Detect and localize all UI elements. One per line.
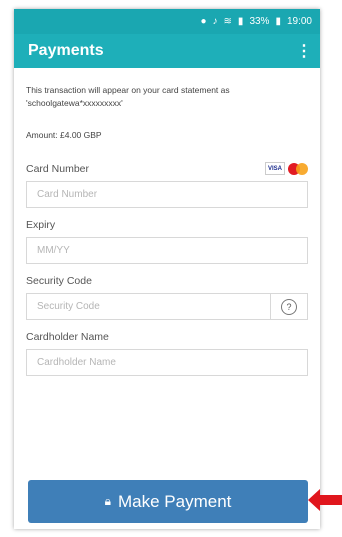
make-payment-button[interactable]: 🔒︎ Make Payment <box>28 480 308 523</box>
wifi-icon: ≋ <box>223 16 232 27</box>
card-logos: VISA <box>265 162 308 175</box>
expiry-input[interactable]: MM/YY <box>26 237 308 264</box>
amount-text: Amount: £4.00 GBP <box>26 130 102 140</box>
status-bar: ● ♪ ≋ ▮ 33% ▮ 19:00 <box>14 9 320 34</box>
clock: 19:00 <box>286 16 312 27</box>
battery-icon: ▮ <box>275 16 281 27</box>
page-title: Payments <box>28 42 104 59</box>
cardholder-name-label: Cardholder Name <box>26 331 109 343</box>
mastercard-logo-icon <box>288 162 308 175</box>
card-number-input[interactable]: Card Number <box>26 181 308 208</box>
cardholder-name-input[interactable]: Cardholder Name <box>26 349 308 376</box>
make-payment-label: Make Payment <box>118 491 232 511</box>
security-code-placeholder: Security Code <box>37 301 100 312</box>
card-number-label: Card Number <box>26 162 90 175</box>
card-number-label-row: Card Number VISA <box>26 162 308 175</box>
red-arrow-icon <box>308 489 342 511</box>
help-icon: ? <box>281 298 297 315</box>
expiry-label: Expiry <box>26 219 56 231</box>
security-code-label: Security Code <box>26 275 92 287</box>
lock-icon: 🔒︎ <box>104 494 111 508</box>
expiry-placeholder: MM/YY <box>37 245 70 256</box>
security-code-help-button[interactable]: ? <box>270 294 307 319</box>
signal-icon: ▮ <box>237 16 244 27</box>
cardholder-name-placeholder: Cardholder Name <box>37 357 116 368</box>
phone-frame: ● ♪ ≋ ▮ 33% ▮ 19:00 Payments ⋮ This tran… <box>14 9 320 529</box>
visa-logo-icon: VISA <box>265 162 285 175</box>
statement-notice: This transaction will appear on your car… <box>26 85 230 108</box>
battery-level: 33% <box>249 16 270 27</box>
app-bar: Payments ⋮ <box>14 34 320 68</box>
card-number-placeholder: Card Number <box>37 189 98 200</box>
payment-form: This transaction will appear on your car… <box>14 68 320 376</box>
sound-icon: ♪ <box>212 16 218 27</box>
overflow-menu-icon[interactable]: ⋮ <box>296 41 312 61</box>
location-icon: ● <box>200 16 207 27</box>
security-code-input[interactable]: Security Code ? <box>26 293 308 320</box>
